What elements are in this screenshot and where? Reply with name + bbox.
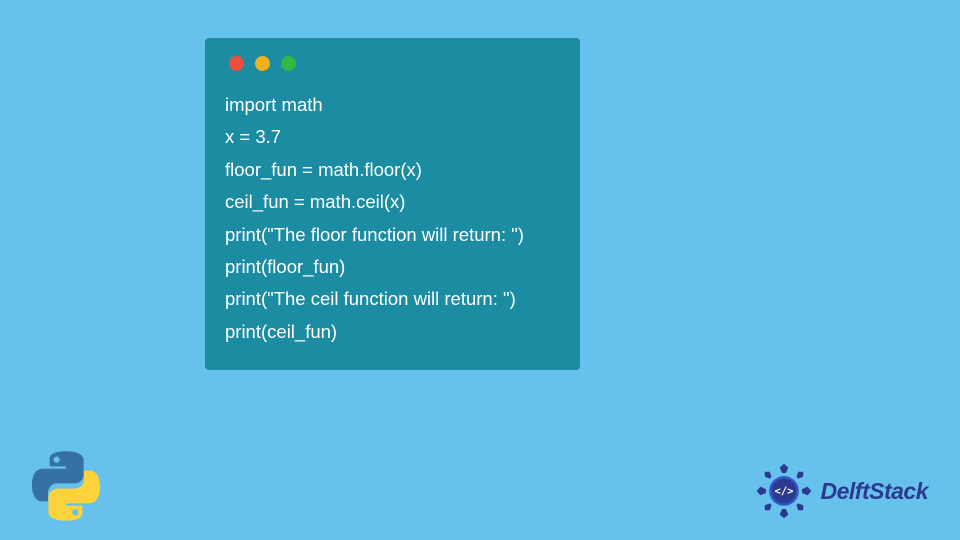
code-line: import math <box>225 89 560 121</box>
delftstack-emblem-icon: </> <box>753 460 815 522</box>
code-line: print("The ceil function will return: ") <box>225 283 560 315</box>
minimize-dot-icon <box>255 56 270 71</box>
close-dot-icon <box>229 56 244 71</box>
window-controls <box>225 56 560 71</box>
python-logo-icon <box>30 450 102 522</box>
code-window: import math x = 3.7 floor_fun = math.flo… <box>205 38 580 370</box>
delftstack-label: DelftStack <box>821 478 928 505</box>
code-line: print(floor_fun) <box>225 251 560 283</box>
svg-text:</>: </> <box>774 486 793 498</box>
code-line: x = 3.7 <box>225 121 560 153</box>
code-line: ceil_fun = math.ceil(x) <box>225 186 560 218</box>
code-line: print(ceil_fun) <box>225 316 560 348</box>
delftstack-logo: </> DelftStack <box>753 460 928 522</box>
code-line: floor_fun = math.floor(x) <box>225 154 560 186</box>
maximize-dot-icon <box>281 56 296 71</box>
code-line: print("The floor function will return: "… <box>225 219 560 251</box>
